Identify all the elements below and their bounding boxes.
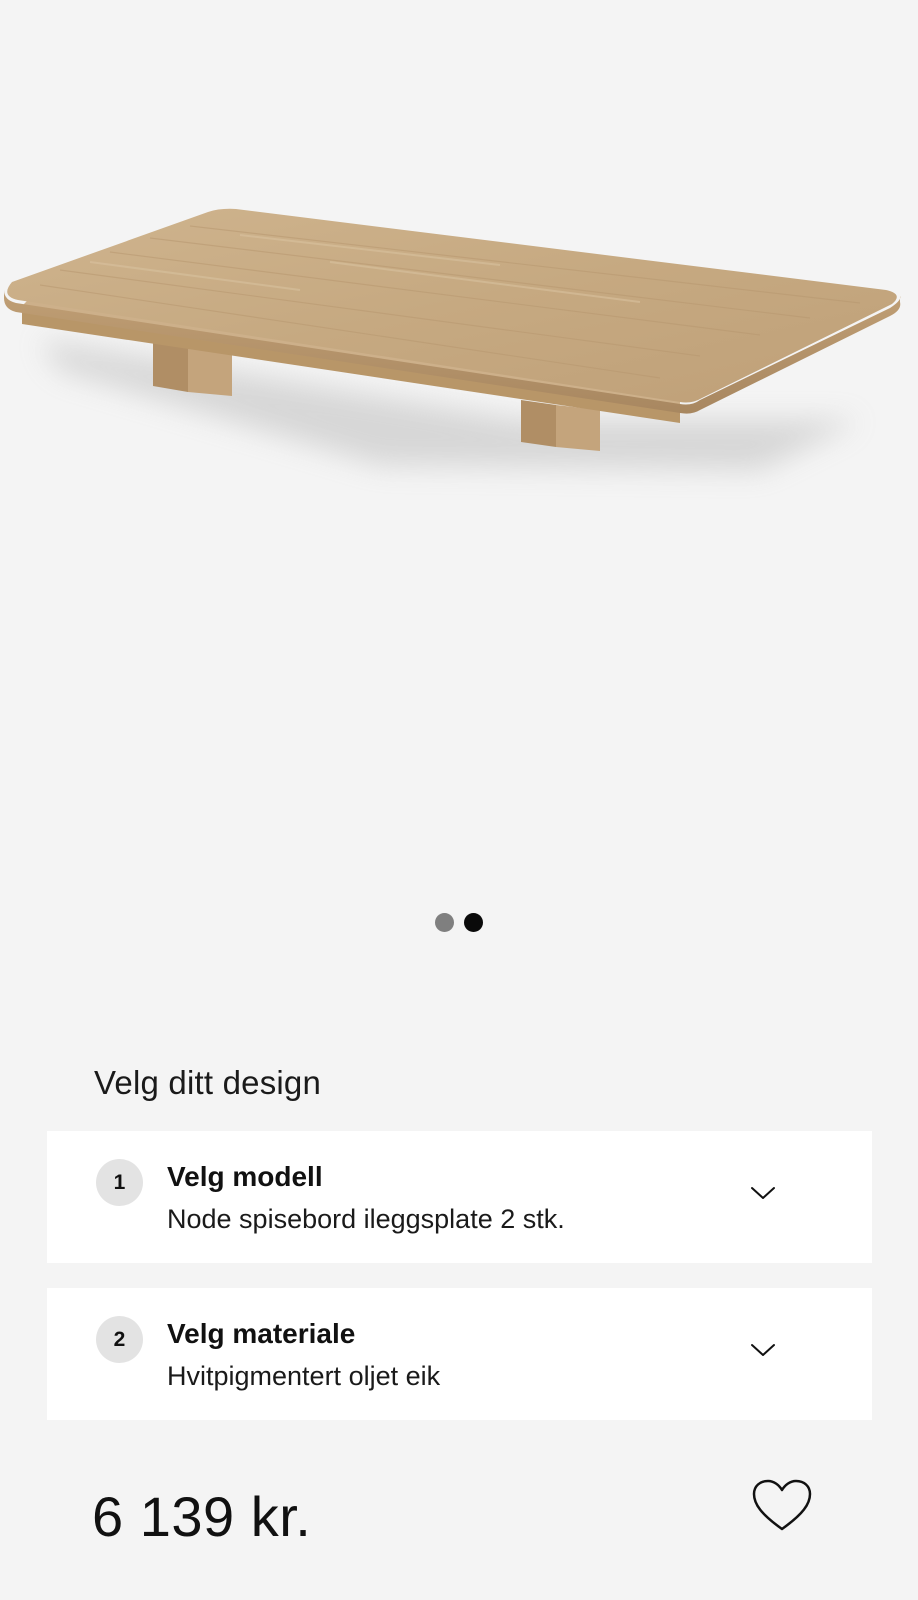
carousel-dot-2[interactable] xyxy=(464,913,483,932)
price: 6 139 kr. xyxy=(92,1485,312,1548)
chevron-down-icon[interactable] xyxy=(749,1340,777,1360)
section-title: Velg ditt design xyxy=(94,1064,322,1101)
product-image[interactable] xyxy=(0,0,918,880)
table-leaf-illustration xyxy=(4,208,901,470)
chevron-down-icon[interactable] xyxy=(749,1183,777,1203)
option-selected-value: Hvitpigmentert oljet eik xyxy=(167,1361,441,1391)
step-badge: 2 xyxy=(96,1316,143,1363)
option-title: Velg modell xyxy=(167,1161,323,1192)
step-badge: 1 xyxy=(96,1159,143,1206)
carousel-dot-1[interactable] xyxy=(435,913,454,932)
option-title: Velg materiale xyxy=(167,1318,356,1349)
carousel-dots xyxy=(0,913,918,932)
option-material-dropdown[interactable]: 2 Velg materiale Hvitpigmentert oljet ei… xyxy=(47,1288,872,1420)
option-model-dropdown[interactable]: 1 Velg modell Node spisebord ileggsplate… xyxy=(47,1131,872,1263)
heart-icon[interactable] xyxy=(751,1478,813,1534)
option-selected-value: Node spisebord ileggsplate 2 stk. xyxy=(167,1204,565,1234)
product-page: Velg ditt design 1 Velg modell Node spis… xyxy=(0,0,918,1600)
